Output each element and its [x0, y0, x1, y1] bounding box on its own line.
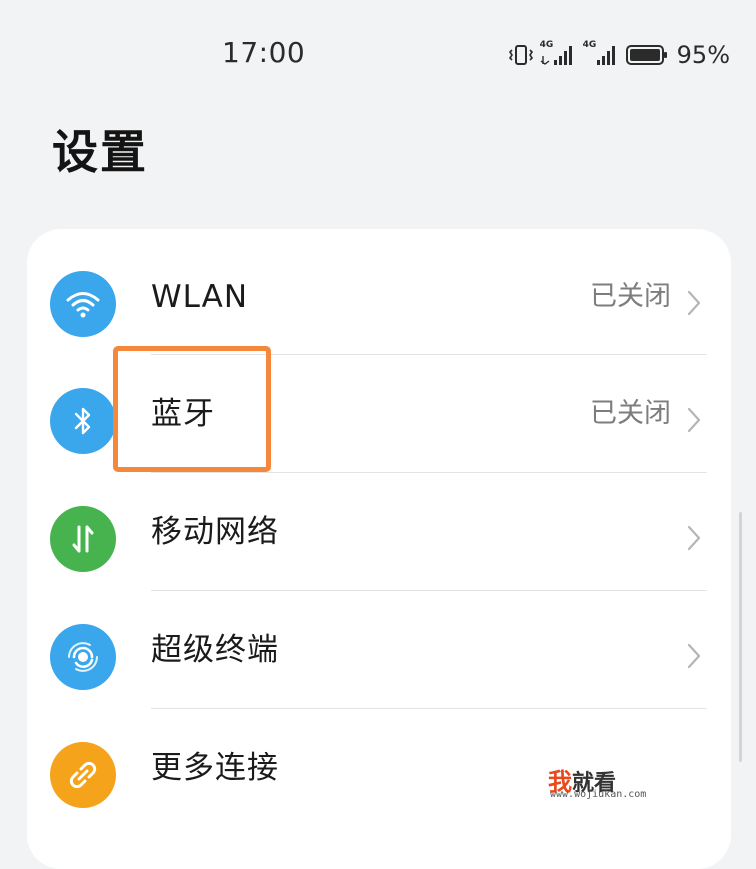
signal-4g-icon: 4G: [539, 40, 576, 68]
battery-icon: [625, 44, 668, 66]
settings-item-label: 蓝牙: [151, 396, 215, 432]
chevron-right-icon: [687, 290, 701, 320]
settings-item-status: 已关闭: [590, 398, 671, 429]
settings-item-label: 更多连接: [151, 750, 279, 786]
signal-4g-icon: 4G: [582, 40, 619, 68]
watermark-url: www.wojiukan.com: [550, 789, 647, 800]
wifi-icon: [50, 271, 116, 337]
settings-item-bluetooth[interactable]: 蓝牙 已关闭: [27, 355, 731, 473]
super-device-icon: [50, 624, 116, 690]
status-time: 17:00: [222, 36, 306, 69]
chevron-right-icon: [687, 407, 701, 437]
settings-item-super-device[interactable]: 超级终端: [27, 591, 731, 709]
scrollbar[interactable]: [739, 512, 742, 762]
network-label: 4G: [582, 40, 597, 50]
page-title: 设置: [52, 125, 148, 179]
settings-item-wlan[interactable]: WLAN 已关闭: [27, 238, 731, 356]
mobile-data-icon: [50, 506, 116, 572]
chevron-right-icon: [687, 525, 701, 555]
settings-item-label: WLAN: [151, 279, 249, 315]
link-icon: [50, 742, 116, 808]
settings-item-mobile-network[interactable]: 移动网络: [27, 473, 731, 591]
status-icons: 4G 4G 95%: [508, 40, 730, 70]
settings-item-label: 移动网络: [151, 514, 279, 550]
battery-percentage: 95%: [676, 41, 730, 69]
network-label: 4G: [539, 40, 554, 50]
settings-item-label: 超级终端: [151, 632, 279, 668]
bluetooth-icon: [50, 388, 116, 454]
vibrate-icon: [508, 44, 533, 66]
settings-item-status: 已关闭: [590, 281, 671, 312]
watermark: 我就看 www.wojiukan.com: [548, 762, 748, 806]
chevron-right-icon: [687, 643, 701, 673]
status-bar: 17:00 4G 4G 95%: [0, 0, 756, 110]
